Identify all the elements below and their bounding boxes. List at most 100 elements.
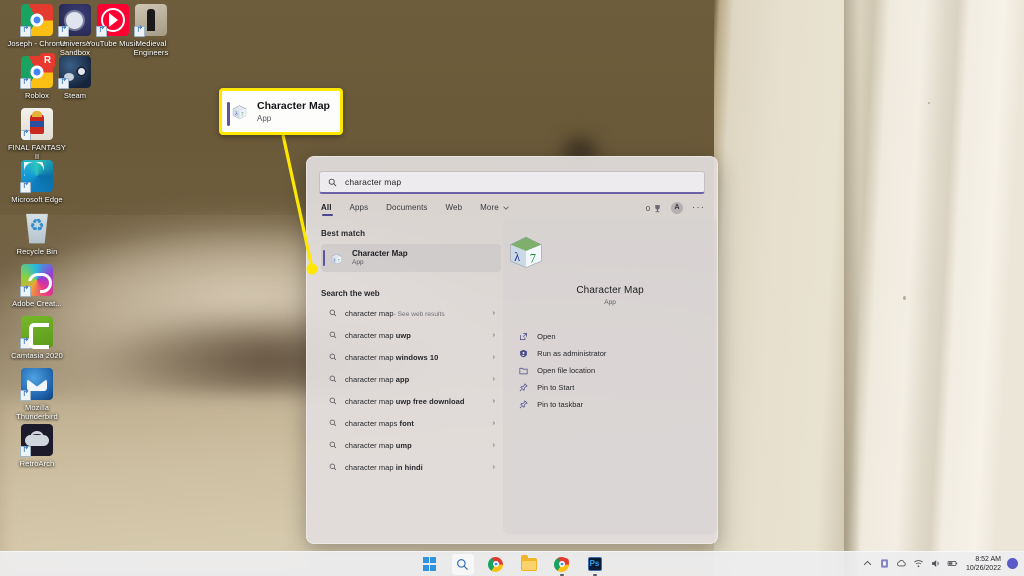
windows-search-flyout: character map All Apps Documents Web Mor… <box>306 156 718 544</box>
windows-start-icon <box>422 557 437 571</box>
search-input-value: character map <box>345 177 402 187</box>
web-suggestion-item[interactable]: character maps font › <box>321 412 501 434</box>
search-preview-pane: λ 7 Character Map App Open Run as admini… <box>503 217 717 534</box>
taskbar-start-button[interactable] <box>419 554 441 575</box>
desktop-icon-label: Recycle Bin <box>16 247 58 256</box>
tab-documents[interactable]: Documents <box>386 203 427 217</box>
desktop-icon-adobe-creative-cloud[interactable]: Adobe Creat... <box>6 264 68 308</box>
desktop-icon-thunderbird[interactable]: Mozilla Thunderbird <box>6 368 68 421</box>
callout-title: Character Map <box>257 99 330 112</box>
search-icon <box>329 397 337 405</box>
search-box-container: character map <box>307 157 717 194</box>
taskbar-search-button[interactable] <box>451 553 474 575</box>
shortcut-arrow-icon <box>20 388 31 401</box>
chevron-right-icon: › <box>492 397 495 405</box>
web-suggestion-item[interactable]: character map uwp › <box>321 324 501 346</box>
web-suggestion-item[interactable]: character map ump › <box>321 434 501 456</box>
desktop-icon-microsoft-edge[interactable]: Microsoft Edge <box>6 160 68 204</box>
wifi-icon[interactable] <box>913 558 924 569</box>
action-pin-to-start[interactable]: Pin to Start <box>519 379 717 396</box>
shield-admin-icon <box>520 349 528 358</box>
thunderbird-icon <box>20 368 53 401</box>
best-match-title: Character Map <box>352 249 408 258</box>
desktop-icon-label: Medieval Engineers <box>133 39 169 57</box>
action-label: Open file location <box>537 366 596 375</box>
steam-icon <box>58 56 91 89</box>
preview-subtitle: App <box>604 299 616 306</box>
chevron-right-icon: › <box>492 353 495 361</box>
final-fantasy-icon <box>21 108 53 140</box>
search-icon <box>329 419 337 427</box>
web-suggestion-item[interactable]: character map windows 10 › <box>321 346 501 368</box>
taskbar-clock[interactable]: 8:52 AM 10/26/2022 <box>966 555 1001 573</box>
desktop-icon-retroarch[interactable]: RetroArch <box>6 424 68 468</box>
taskbar-file-explorer-button[interactable] <box>518 554 540 575</box>
tab-web[interactable]: Web <box>446 203 463 217</box>
battery-icon[interactable] <box>947 558 958 569</box>
overflow-menu-icon[interactable]: ··· <box>692 203 705 213</box>
chevron-right-icon: › <box>492 331 495 339</box>
desktop-icon-label: Steam <box>63 91 87 100</box>
action-label: Run as administrator <box>537 349 607 358</box>
medieval-engineers-icon <box>134 4 167 37</box>
action-open[interactable]: Open <box>519 328 717 345</box>
shortcut-arrow-icon <box>20 336 31 349</box>
tab-more-label: More <box>480 203 499 212</box>
search-icon <box>329 309 337 317</box>
svg-text:7: 7 <box>338 258 340 262</box>
chrome-icon <box>488 556 503 572</box>
svg-text:λ: λ <box>333 258 335 262</box>
web-suggestion-item[interactable]: character map- See web results › <box>321 302 501 324</box>
desktop-icon-camtasia[interactable]: Camtasia 2020 <box>6 316 68 360</box>
search-input[interactable]: character map <box>319 171 705 194</box>
action-run-as-administrator[interactable]: Run as administrator <box>519 345 717 362</box>
desktop-icon-recycle-bin[interactable]: Recycle Bin <box>6 212 68 256</box>
search-icon <box>329 441 337 449</box>
callout-text-group: Character Map App <box>257 100 330 124</box>
search-results-body: Best match λ 7 Character Map App Search … <box>307 217 717 534</box>
pin-icon <box>519 383 528 392</box>
chevron-up-icon[interactable] <box>862 558 873 569</box>
folder-icon <box>520 554 537 571</box>
action-label: Pin to taskbar <box>537 400 584 409</box>
action-label: Pin to Start <box>537 383 575 392</box>
onedrive-icon[interactable] <box>879 558 890 569</box>
taskbar-chrome-2-button[interactable] <box>551 554 573 576</box>
volume-icon[interactable] <box>930 558 941 569</box>
desktop-icon-steam[interactable]: Steam <box>44 56 106 100</box>
taskbar: Ps 8:52 AM 10/26/2022 <box>0 551 1024 576</box>
taskbar-buttons: Ps <box>419 553 606 576</box>
desktop-icon-label: Adobe Creat... <box>12 299 62 308</box>
tab-more[interactable]: More <box>480 203 509 217</box>
notification-icon[interactable] <box>1007 558 1018 569</box>
web-suggestion-text: character map uwp free download <box>345 396 465 406</box>
web-suggestion-text: character map windows 10 <box>345 352 439 362</box>
web-suggestion-item[interactable]: character map in hindi › <box>321 456 501 478</box>
pin-icon <box>519 400 528 409</box>
web-suggestion-item[interactable]: character map uwp free download › <box>321 390 501 412</box>
desktop-icon-final-fantasy[interactable]: FINAL FANTASY II <box>6 108 68 161</box>
rewards-trophy-icon <box>655 204 660 212</box>
best-match-heading: Best match <box>321 229 366 238</box>
taskbar-chrome-button[interactable] <box>485 554 507 575</box>
avatar[interactable]: A <box>671 202 683 214</box>
shortcut-arrow-icon <box>21 128 31 140</box>
shortcut-arrow-icon <box>58 76 69 89</box>
action-open-file-location[interactable]: Open file location <box>519 362 717 379</box>
rewards-counter[interactable]: 0 <box>646 204 662 213</box>
web-suggestion-text: character map ump <box>345 440 412 450</box>
best-match-result[interactable]: λ 7 Character Map App <box>321 244 501 272</box>
desktop-icon-medieval-engineers[interactable]: Medieval Engineers <box>120 4 182 57</box>
clock-date: 10/26/2022 <box>965 564 1001 572</box>
taskbar-photoshop-button[interactable]: Ps <box>584 554 606 576</box>
web-suggestion-text: character map app <box>345 374 410 384</box>
search-tabs-right-group: 0 A ··· <box>646 202 705 214</box>
desktop-screen: Joseph - Chrome Universe Sandbox YouTube… <box>0 0 1024 576</box>
action-pin-to-taskbar[interactable]: Pin to taskbar <box>519 396 717 413</box>
shortcut-arrow-icon <box>20 444 31 457</box>
cloud-icon[interactable] <box>896 558 907 569</box>
tab-apps[interactable]: Apps <box>350 203 369 217</box>
chrome-icon <box>554 556 569 572</box>
tab-all[interactable]: All <box>321 203 333 217</box>
web-suggestion-item[interactable]: character map app › <box>321 368 501 390</box>
